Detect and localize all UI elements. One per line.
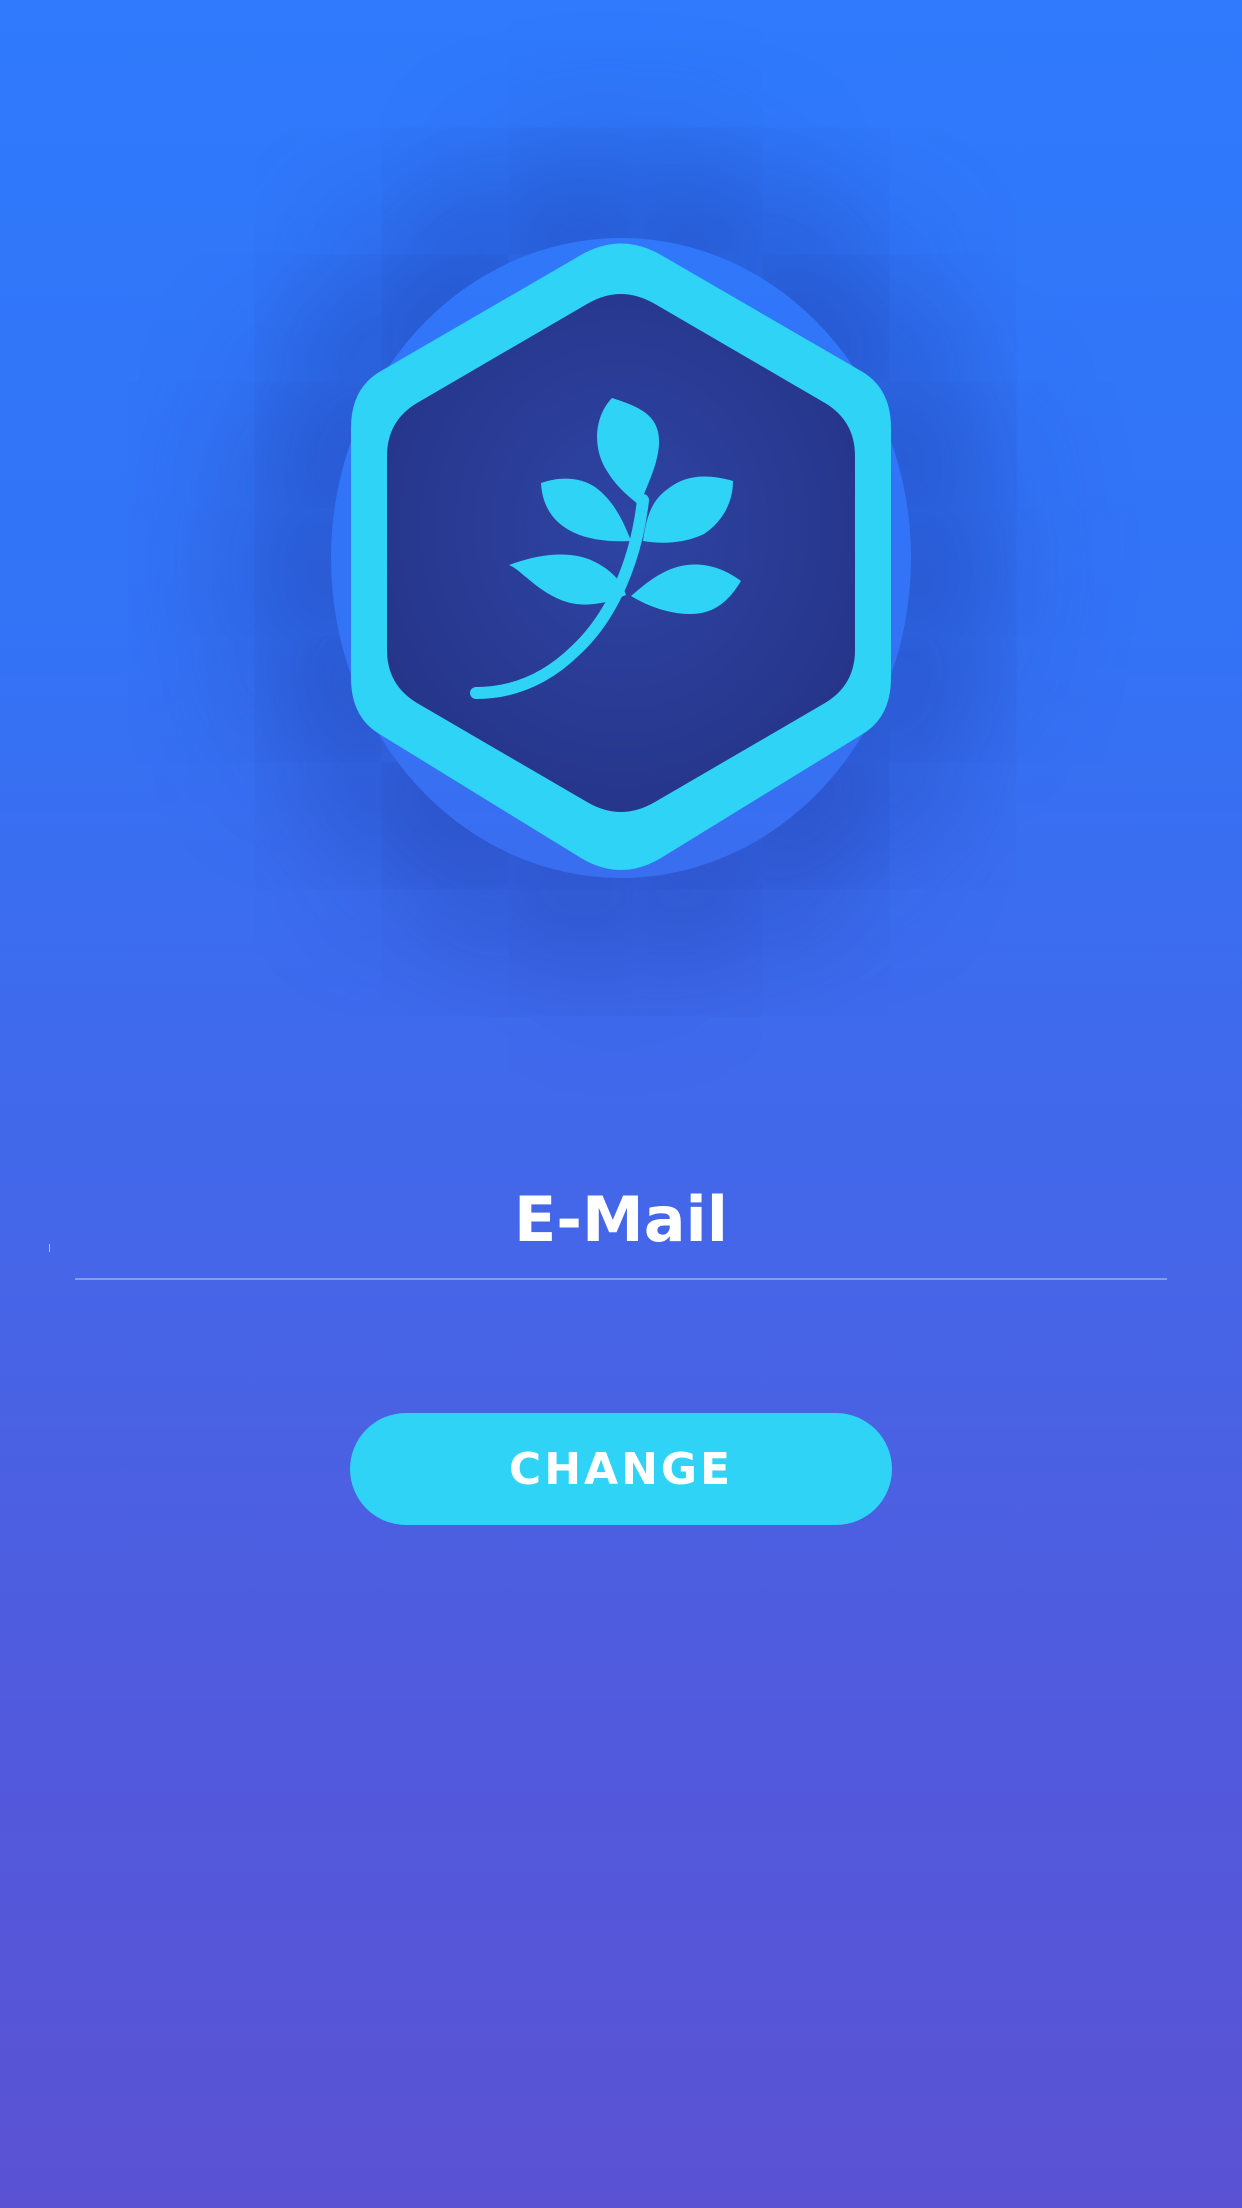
change-button[interactable]: CHANGE [350,1413,892,1525]
email-input[interactable] [75,1160,1167,1278]
change-email-screen: CHANGE [0,0,1242,2208]
hexagon-leaf-icon [351,243,891,870]
email-field[interactable] [49,1160,1167,1280]
app-logo [331,238,911,878]
text-caret [49,1244,50,1252]
email-underline [75,1278,1167,1280]
